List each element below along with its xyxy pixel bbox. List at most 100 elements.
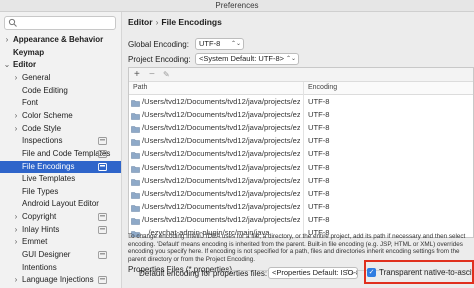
breadcrumb: Editor › File Encodings — [128, 17, 222, 27]
project-encoding-select[interactable]: <System Default: UTF-8> ⌃⌄ — [195, 53, 299, 65]
column-header-path[interactable]: Path — [133, 84, 147, 91]
table-row[interactable]: /Users/tvd12/Documents/tvd12/java/projec… — [129, 134, 473, 147]
sidebar-item[interactable]: › Appearance & Behavior — [0, 34, 121, 47]
breadcrumb-separator: › — [155, 17, 159, 27]
encoding-cell[interactable]: UTF-8 — [308, 161, 330, 174]
encoding-cell[interactable]: UTF-8 — [308, 95, 330, 108]
sidebar-item[interactable]: Inspections — [0, 135, 121, 148]
sidebar-item-label: File Encodings — [22, 161, 75, 171]
encoding-cell[interactable]: UTF-8 — [308, 187, 330, 200]
sidebar-item-label: Live Templates — [22, 174, 76, 184]
encoding-cell[interactable]: UTF-8 — [308, 174, 330, 187]
sidebar-item[interactable]: GUI Designer — [0, 249, 121, 262]
path-cell: /Users/tvd12/Documents/tvd12/java/projec… — [142, 97, 300, 106]
remove-icon[interactable]: − — [149, 69, 155, 80]
properties-encoding-select[interactable]: <Properties Default: ISO-88... ⌃⌄ — [268, 267, 358, 279]
sidebar-item[interactable]: Code Editing — [0, 85, 121, 98]
path-cell: /Users/tvd12/Documents/tvd12/java/projec… — [142, 175, 300, 185]
sidebar-item[interactable]: Font — [0, 97, 121, 110]
table-row[interactable]: /Users/tvd12/Documents/tvd12/java/projec… — [129, 147, 473, 160]
sidebar-item[interactable]: File and Code Templates — [0, 148, 121, 161]
encoding-cell[interactable]: UTF-8 — [308, 134, 330, 147]
edit-icon[interactable]: ✎ — [163, 70, 170, 79]
encoding-cell[interactable]: UTF-8 — [308, 200, 330, 213]
chevron-icon[interactable]: › — [12, 274, 20, 287]
sidebar-item[interactable]: › Emmet — [0, 236, 121, 249]
chevron-icon[interactable]: › — [12, 236, 20, 249]
chevron-icon[interactable]: › — [12, 211, 20, 224]
file-encodings-panel: Editor › File Encodings Global Encoding: U… — [122, 12, 474, 288]
add-icon[interactable]: + — [134, 69, 140, 80]
path-cell: /Users/tvd12/Documents/tvd12/java/projec… — [142, 188, 300, 198]
transparent-native-to-ascii-checkbox[interactable]: ✓ — [367, 268, 376, 277]
project-scope-icon — [98, 137, 108, 146]
table-toolbar: + − ✎ — [129, 68, 473, 82]
table-row[interactable]: /Users/tvd12/Documents/tvd12/java/projec… — [129, 95, 473, 108]
sidebar-item-label: File Types — [22, 186, 59, 196]
sidebar-item[interactable]: › Copyright — [0, 211, 121, 224]
sidebar-item[interactable]: Android Layout Editor — [0, 198, 121, 211]
table-row[interactable]: /Users/tvd12/Documents/tvd12/java/projec… — [129, 121, 473, 134]
settings-search-input[interactable] — [4, 16, 116, 30]
breadcrumb-parent[interactable]: Editor — [128, 17, 153, 27]
chevron-icon[interactable]: › — [12, 123, 20, 136]
sidebar-item[interactable]: Intentions — [0, 262, 121, 275]
sidebar-item-label: Android Layout Editor — [22, 199, 99, 209]
sidebar-item-label: Keymap — [13, 47, 45, 57]
project-scope-icon — [98, 251, 108, 260]
sidebar-item[interactable]: ⌄ Editor — [0, 59, 121, 72]
table-row[interactable]: /Users/tvd12/Documents/tvd12/java/projec… — [129, 213, 473, 226]
chevron-updown-icon: ⌃⌄ — [230, 41, 241, 47]
sidebar-item[interactable]: › Inlay Hints — [0, 224, 121, 237]
sidebar-item[interactable]: › Language Injections — [0, 274, 121, 287]
table-row[interactable]: /Users/tvd12/Documents/tvd12/java/projec… — [129, 161, 473, 174]
encoding-cell[interactable]: UTF-8 — [308, 147, 330, 160]
project-scope-icon — [98, 149, 108, 159]
sidebar-item-label: Copyright — [22, 212, 57, 222]
sidebar-item[interactable]: Live Templates — [0, 173, 121, 186]
sidebar-item[interactable]: Keymap — [0, 47, 121, 60]
encoding-cell[interactable]: UTF-8 — [308, 121, 330, 134]
sidebar-item[interactable]: › General — [0, 72, 121, 85]
encoding-description: To change encoding IntelliJ IDEA uses fo… — [128, 233, 466, 263]
sidebar-item[interactable]: › Color Scheme — [0, 110, 121, 123]
sidebar-item-label: Inlay Hints — [22, 224, 60, 234]
encoding-cell[interactable]: UTF-8 — [308, 213, 330, 226]
table-header: Path Encoding — [129, 82, 473, 95]
sidebar-item-label: Intentions — [22, 262, 57, 272]
column-header-encoding[interactable]: Encoding — [308, 84, 337, 91]
sidebar-item-label: Language Injections — [22, 275, 94, 285]
global-encoding-select[interactable]: UTF-8 ⌃⌄ — [195, 38, 244, 50]
path-cell: /Users/tvd12/Documents/tvd12/java/projec… — [142, 214, 300, 224]
chevron-icon[interactable]: ⌄ — [3, 59, 11, 72]
path-cell: /Users/tvd12/Documents/tvd12/java/projec… — [142, 123, 300, 133]
chevron-icon[interactable]: › — [12, 224, 20, 237]
project-scope-icon — [98, 225, 108, 235]
sidebar-item[interactable]: File Types — [0, 186, 121, 199]
sidebar-item-label: General — [22, 72, 51, 82]
search-icon — [8, 18, 18, 30]
chevron-icon[interactable]: › — [12, 72, 20, 85]
table-row[interactable]: /Users/tvd12/Documents/tvd12/java/projec… — [129, 200, 473, 213]
project-encoding-label: Project Encoding: — [128, 55, 191, 64]
breadcrumb-current: File Encodings — [161, 17, 222, 27]
title-bar: Preferences — [0, 0, 474, 12]
path-cell: /Users/tvd12/Documents/tvd12/java/projec… — [142, 136, 300, 146]
table-row[interactable]: /Users/tvd12/Documents/tvd12/java/projec… — [129, 187, 473, 200]
path-encoding-table: + − ✎ Path Encoding /Users/tvd12/Documen… — [128, 67, 474, 238]
transparent-native-to-ascii-label[interactable]: Transparent native-to-ascii c — [379, 268, 472, 277]
project-encoding-value: <System Default: UTF-8> — [199, 54, 285, 63]
path-cell: /Users/tvd12/Documents/tvd12/java/projec… — [142, 201, 300, 211]
sidebar-item[interactable]: File Encodings — [0, 160, 121, 174]
table-row[interactable]: /Users/tvd12/Documents/tvd12/java/projec… — [129, 174, 473, 187]
encoding-cell[interactable]: UTF-8 — [308, 108, 330, 121]
chevron-icon[interactable]: › — [12, 110, 20, 123]
sidebar-item-label: Appearance & Behavior — [13, 35, 104, 44]
path-cell: /Users/tvd12/Documents/tvd12/java/projec… — [142, 110, 300, 120]
settings-sidebar: › Appearance & Behavior Keymap ⌄ Editor › Gene… — [0, 12, 122, 288]
chevron-icon[interactable]: › — [3, 34, 11, 47]
project-scope-icon — [98, 162, 108, 172]
table-row[interactable]: /Users/tvd12/Documents/tvd12/java/projec… — [129, 108, 473, 121]
sidebar-item[interactable]: › Code Style — [0, 123, 121, 136]
sidebar-item-label: Code Editing — [22, 85, 68, 95]
